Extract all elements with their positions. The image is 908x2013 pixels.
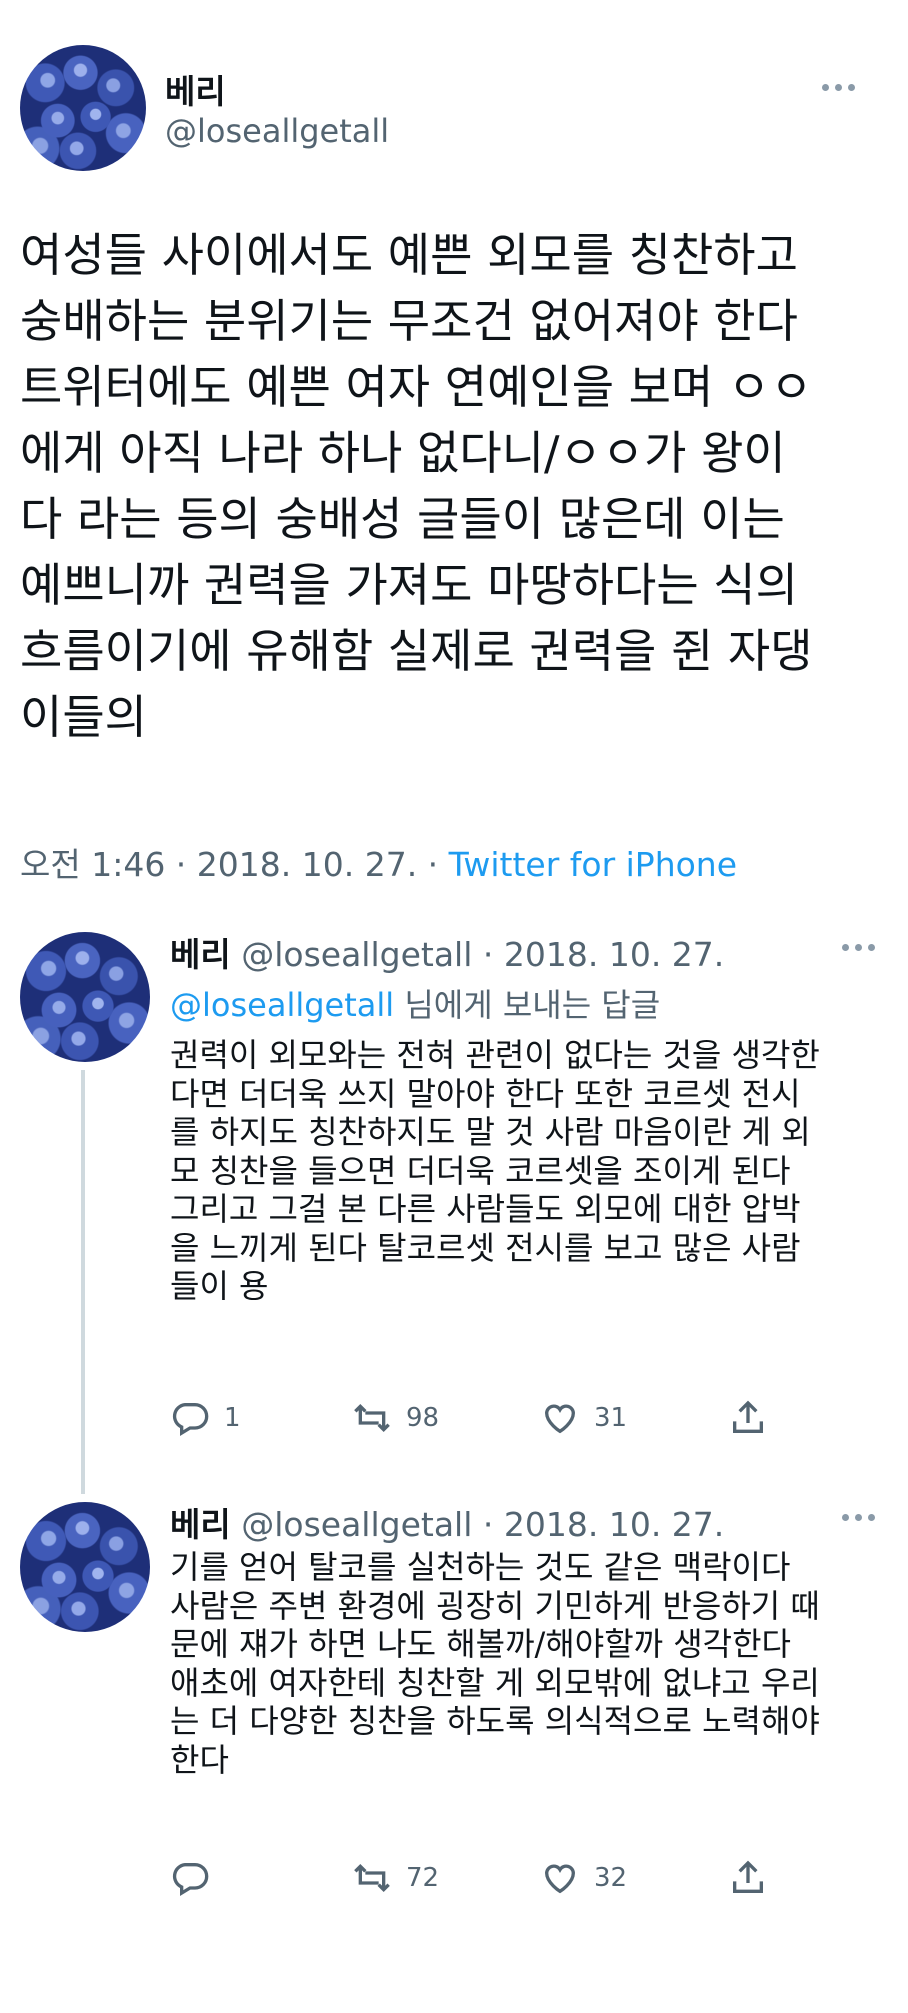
main-tweet-handle[interactable]: @loseallgetall [165, 112, 389, 150]
reply-2-retweet-count: 72 [406, 1863, 440, 1893]
reply-2-retweet-button[interactable]: 72 [352, 1858, 439, 1898]
reply-1-body: 권력이 외모와는 전혀 관련이 없다는 것을 생각한 다면 더더욱 쓰지 말아야… [170, 1036, 820, 1305]
reply-1-share-button[interactable] [728, 1398, 768, 1438]
reply-1-replying-to: @loseallgetall 님에게 보내는 답글 [170, 980, 660, 1026]
reply-1-retweet-count: 98 [406, 1403, 440, 1433]
reply-1-display-name[interactable]: 베리 [170, 935, 231, 974]
main-tweet-display-name[interactable]: 베리 [165, 65, 226, 113]
reply-1-retweet-button[interactable]: 98 [352, 1398, 439, 1438]
reply-1-reply-button[interactable]: 1 [170, 1398, 241, 1438]
reply-1-avatar[interactable] [20, 932, 150, 1062]
retweet-icon [354, 1403, 390, 1433]
reply-1-like-button[interactable]: 31 [540, 1398, 627, 1438]
share-icon [733, 1860, 763, 1893]
main-tweet-more-icon[interactable] [822, 84, 855, 91]
reply-2-body: 기를 얻어 탈코를 실천하는 것도 같은 맥락이다 사람은 주변 환경에 굉장히… [170, 1548, 820, 1779]
reply-bubble-icon [172, 1863, 209, 1896]
reply-2-header: 베리 @loseallgetall · 2018. 10. 27. [170, 1498, 724, 1546]
main-tweet-avatar[interactable] [20, 45, 146, 171]
main-tweet-source-link[interactable]: Twitter for iPhone [449, 845, 737, 884]
reply-2-like-button[interactable]: 32 [540, 1858, 627, 1898]
reply-1-reply-count: 1 [224, 1403, 241, 1433]
reply-2-share-button[interactable] [728, 1858, 768, 1898]
reply-2-reply-button[interactable] [170, 1858, 224, 1898]
reply-2-handle-date[interactable]: @loseallgetall · 2018. 10. 27. [241, 1505, 724, 1544]
heart-icon [544, 1864, 576, 1894]
share-icon [733, 1400, 763, 1433]
reply-1-header: 베리 @loseallgetall · 2018. 10. 27. [170, 928, 724, 976]
reply-1-like-count: 31 [594, 1403, 628, 1433]
main-tweet-meta: 오전 1:46 · 2018. 10. 27. · Twitter for iP… [20, 838, 737, 886]
retweet-icon [354, 1863, 390, 1893]
reply-2-like-count: 32 [594, 1863, 628, 1893]
reply-2-display-name[interactable]: 베리 [170, 1505, 231, 1544]
reply-2-more-icon[interactable] [842, 1514, 875, 1521]
reply-2-avatar[interactable] [20, 1502, 150, 1632]
reply-1-handle-date[interactable]: @loseallgetall · 2018. 10. 27. [241, 935, 724, 974]
reply-1-more-icon[interactable] [842, 944, 875, 951]
heart-icon [544, 1404, 576, 1434]
reply-to-suffix: 님에게 보내는 답글 [394, 986, 661, 1024]
main-tweet-body: 여성들 사이에서도 예쁜 외모를 칭찬하고 숭배하는 분위기는 무조건 없어져야… [20, 228, 813, 744]
reply-to-handle-link[interactable]: @loseallgetall [170, 986, 394, 1024]
thread-connector-line [81, 1070, 85, 1494]
main-tweet-timestamp: 오전 1:46 · 2018. 10. 27. · [20, 845, 449, 884]
reply-bubble-icon [172, 1403, 209, 1436]
